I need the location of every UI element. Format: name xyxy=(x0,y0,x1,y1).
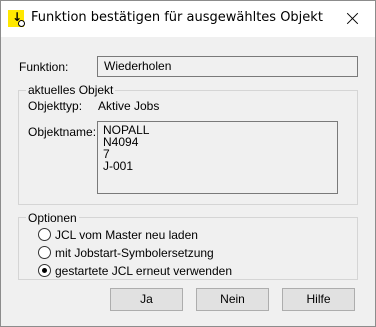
objekttyp-value: Aktive Jobs xyxy=(98,99,160,113)
objekttyp-label: Objekttyp: xyxy=(28,99,83,113)
ja-button[interactable]: Ja xyxy=(110,288,183,311)
radio-button[interactable] xyxy=(38,246,51,259)
title-bar[interactable]: ↓ Funktion bestätigen für ausgewähltes O… xyxy=(1,1,375,37)
nein-button[interactable]: Nein xyxy=(196,288,269,311)
window-title: Funktion bestätigen für ausgewähltes Obj… xyxy=(31,10,323,25)
objektname-line: N4094 xyxy=(103,135,139,149)
option-label: gestartete JCL erneut verwenden xyxy=(55,264,232,278)
close-button[interactable] xyxy=(329,1,375,37)
dialog-window: ↓ Funktion bestätigen für ausgewähltes O… xyxy=(0,0,376,327)
objektname-label: Objektname: xyxy=(28,125,97,139)
radio-button[interactable] xyxy=(38,228,51,241)
option-label: JCL vom Master neu laden xyxy=(55,228,198,242)
hilfe-button[interactable]: Hilfe xyxy=(282,288,355,311)
objektname-textarea[interactable]: NOPALL N4094 7 J-001 xyxy=(97,121,338,194)
option-label: mit Jobstart-Symbolersetzung xyxy=(55,246,214,260)
optionen-group-title: Optionen xyxy=(26,211,79,225)
yellow-arrow-icon: ↓ xyxy=(8,10,25,27)
objektname-line: J-001 xyxy=(103,159,134,173)
radio-button-selected[interactable] xyxy=(38,264,51,277)
objektname-line: 7 xyxy=(103,147,110,161)
funktion-label: Funktion: xyxy=(19,60,69,74)
aktuelles-objekt-group-title: aktuelles Objekt xyxy=(26,83,116,97)
funktion-value: Wiederholen xyxy=(97,56,358,77)
